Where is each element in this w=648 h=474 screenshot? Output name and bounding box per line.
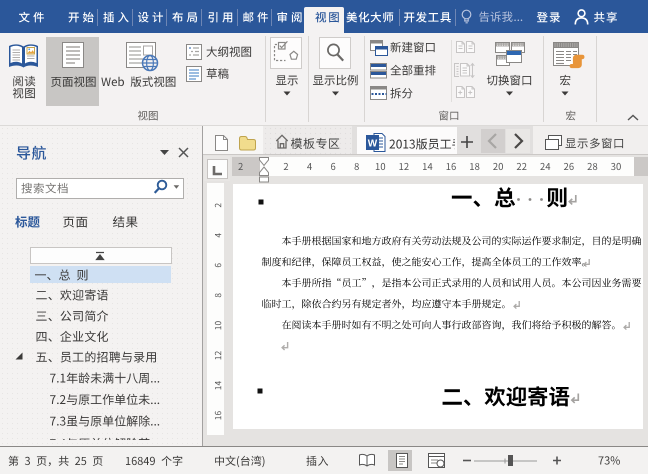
svg-text:W: W [368,139,378,150]
